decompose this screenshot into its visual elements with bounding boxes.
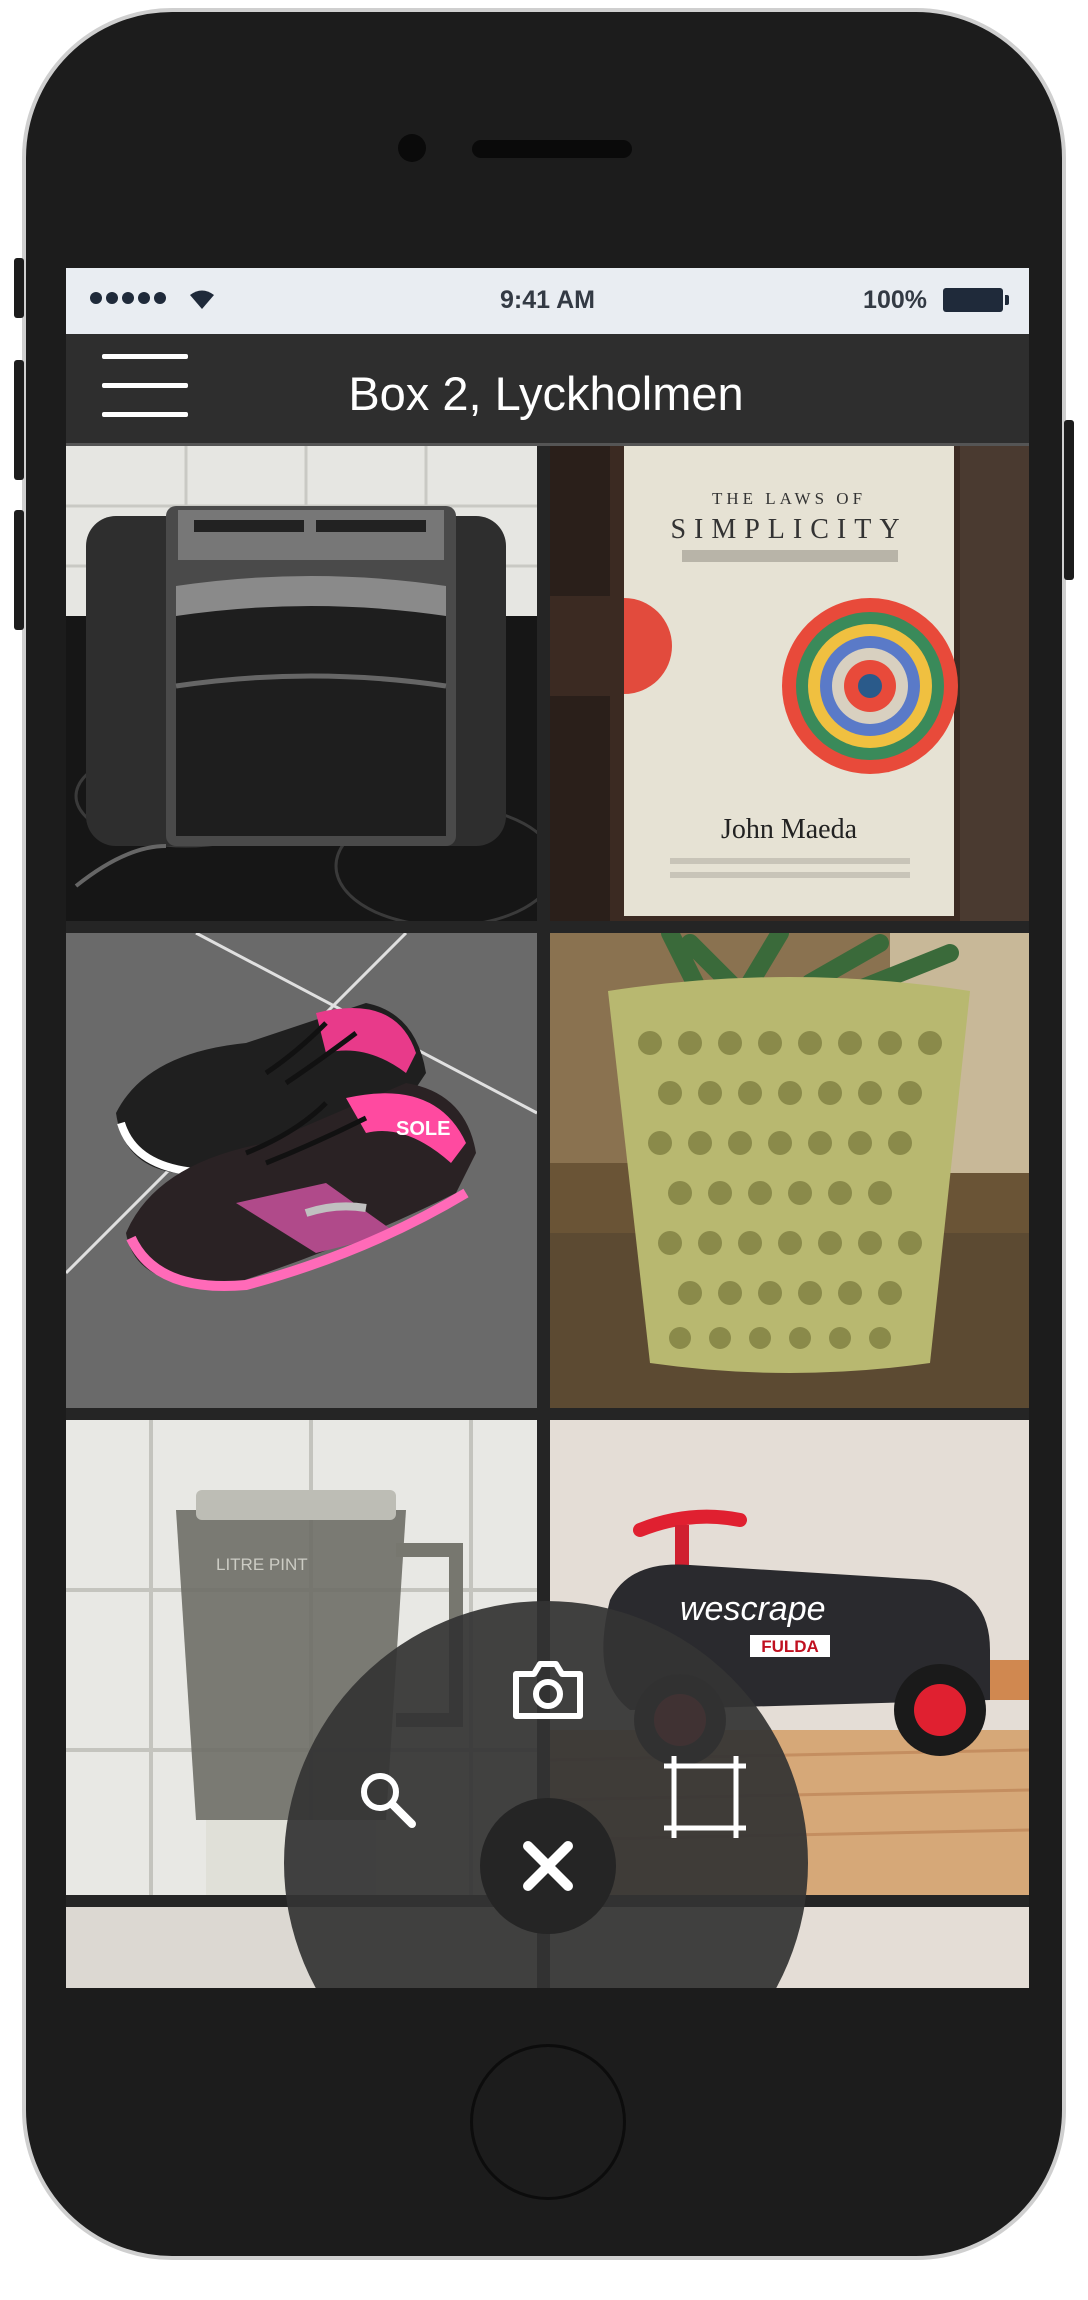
volume-down-button	[14, 510, 24, 630]
sneaker-insole-text: SOLE	[396, 1118, 450, 1140]
search-icon[interactable]	[356, 1768, 418, 1830]
toaster-photo	[66, 446, 537, 921]
close-icon	[523, 1841, 573, 1891]
car-brand-text: wescrape	[680, 1590, 826, 1628]
book-photo: THE LAWS OF SIMPLICITY John Maeda	[550, 446, 1029, 921]
front-camera	[398, 134, 426, 162]
mute-switch	[14, 258, 24, 318]
home-button[interactable]	[470, 2044, 626, 2200]
grid-item-book[interactable]: THE LAWS OF SIMPLICITY John Maeda	[550, 446, 1029, 921]
earpiece-speaker	[472, 140, 632, 158]
crop-frame-icon[interactable]	[660, 1752, 750, 1842]
book-title-large: SIMPLICITY	[670, 514, 907, 545]
screen: 9:41 AM 100% Box 2, Lyckholmen THE LAWS …	[66, 268, 1029, 1988]
book-author: John Maeda	[721, 814, 858, 845]
menu-icon[interactable]	[102, 354, 188, 418]
grid-item-toaster[interactable]	[66, 446, 537, 921]
status-bar: 9:41 AM 100%	[66, 268, 1029, 334]
grid-item-sneakers[interactable]: SOLE	[66, 933, 537, 1408]
blender-measurement-text: LITRE PINT	[216, 1555, 308, 1574]
car-sticker-text: FULDA	[761, 1637, 819, 1656]
battery-icon	[943, 288, 1009, 312]
sneakers-photo: SOLE	[66, 933, 537, 1408]
app-bar: Box 2, Lyckholmen	[66, 334, 1029, 446]
camera-icon[interactable]	[512, 1658, 584, 1722]
grid-item-flower-pot[interactable]	[550, 933, 1029, 1408]
power-button	[1064, 420, 1074, 580]
close-button[interactable]	[480, 1798, 616, 1934]
battery-percentage: 100%	[863, 286, 927, 314]
volume-up-button	[14, 360, 24, 480]
book-title-small: THE LAWS OF	[712, 489, 866, 508]
page-title: Box 2, Lyckholmen	[348, 367, 744, 420]
flower-pot-photo	[550, 933, 1029, 1408]
